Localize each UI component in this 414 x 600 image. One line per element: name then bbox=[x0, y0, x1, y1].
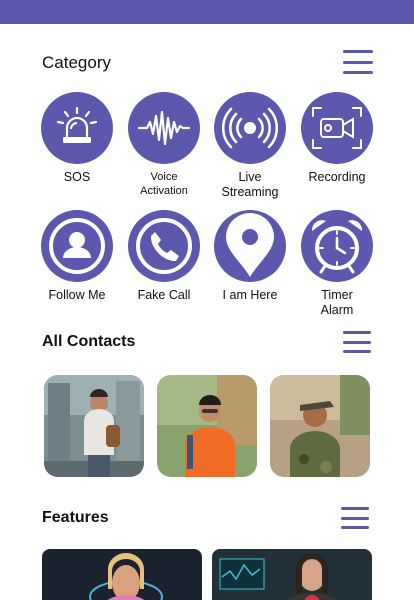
voice-activation-circle bbox=[128, 92, 200, 164]
menu-line bbox=[343, 350, 371, 353]
category-recording[interactable]: Recording bbox=[292, 92, 382, 185]
category-sos[interactable]: SOS bbox=[32, 92, 122, 185]
fake-call-label: Fake Call bbox=[137, 288, 191, 302]
sos-label: SOS bbox=[63, 170, 91, 184]
menu-line bbox=[341, 526, 369, 529]
category-menu-button[interactable] bbox=[343, 50, 373, 74]
contact-card-2[interactable] bbox=[157, 375, 257, 477]
location-pin-icon bbox=[226, 213, 274, 277]
menu-line bbox=[343, 71, 373, 74]
category-timer-alarm[interactable]: Timer Alarm bbox=[292, 210, 382, 318]
category-follow-me[interactable]: Follow Me bbox=[32, 210, 122, 303]
menu-line bbox=[343, 60, 373, 64]
category-fake-call[interactable]: Fake Call bbox=[119, 210, 209, 303]
broadcast-icon bbox=[222, 107, 278, 149]
menu-line bbox=[343, 50, 373, 53]
contact-card-3[interactable] bbox=[270, 375, 370, 477]
menu-line bbox=[341, 516, 369, 520]
contact-photo-1 bbox=[44, 375, 144, 477]
video-camera-icon bbox=[312, 107, 362, 149]
category-title: Category bbox=[42, 53, 111, 72]
features-title: Features bbox=[42, 509, 109, 526]
phone-icon bbox=[136, 218, 192, 274]
follow-me-label: Follow Me bbox=[48, 288, 106, 302]
recording-label: Recording bbox=[308, 170, 366, 184]
contact-card-1[interactable] bbox=[44, 375, 144, 477]
category-i-am-here[interactable]: I am Here bbox=[205, 210, 295, 303]
feature-card-2[interactable] bbox=[212, 549, 372, 600]
feature-card-1[interactable] bbox=[42, 549, 202, 600]
timer-alarm-label: Timer Alarm bbox=[320, 288, 354, 317]
follow-me-circle bbox=[41, 210, 113, 282]
i-am-here-label: I am Here bbox=[222, 288, 278, 302]
fake-call-circle bbox=[128, 210, 200, 282]
features-menu-button[interactable] bbox=[341, 507, 369, 529]
voice-wave-icon bbox=[137, 110, 191, 146]
menu-line bbox=[341, 507, 369, 510]
recording-circle bbox=[301, 92, 373, 164]
feature-card-2-image bbox=[212, 549, 372, 600]
voice-activation-label: Voice Activation bbox=[140, 171, 188, 197]
menu-line bbox=[343, 340, 371, 344]
i-am-here-circle bbox=[214, 210, 286, 282]
contacts-menu-button[interactable] bbox=[343, 331, 371, 353]
status-bar bbox=[0, 0, 414, 24]
live-streaming-circle bbox=[214, 92, 286, 164]
category-voice-activation[interactable]: Voice Activation bbox=[119, 92, 209, 198]
contact-photo-2 bbox=[157, 375, 257, 477]
contact-photo-3 bbox=[270, 375, 370, 477]
alarm-clock-icon bbox=[311, 220, 363, 274]
live-streaming-label: Live Streaming bbox=[221, 170, 279, 199]
sos-circle bbox=[41, 92, 113, 164]
feature-card-1-image bbox=[42, 549, 202, 600]
user-icon bbox=[49, 218, 105, 274]
siren-icon bbox=[56, 106, 98, 143]
menu-line bbox=[343, 331, 371, 334]
category-live-streaming[interactable]: Live Streaming bbox=[205, 92, 295, 200]
all-contacts-title: All Contacts bbox=[42, 333, 136, 350]
timer-alarm-circle bbox=[301, 210, 373, 282]
